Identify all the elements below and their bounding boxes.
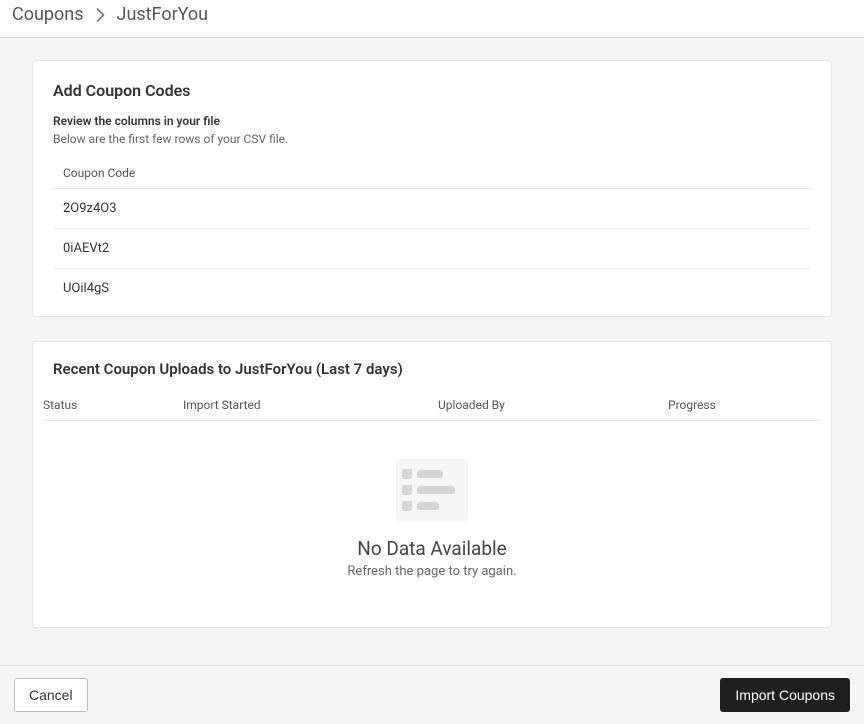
col-uploaded-by: Uploaded By	[438, 398, 668, 412]
no-data-state: No Data Available Refresh the page to tr…	[43, 421, 821, 597]
recent-uploads-title: Recent Coupon Uploads to JustForYou (Las…	[43, 360, 821, 392]
add-coupon-title: Add Coupon Codes	[53, 81, 811, 100]
table-row: 0iAEVt2	[53, 229, 811, 269]
main-content: Add Coupon Codes Review the columns in y…	[0, 38, 864, 718]
review-columns-subtitle: Review the columns in your file	[53, 114, 811, 128]
no-data-title: No Data Available	[43, 537, 821, 560]
table-row: 2O9z4O3	[53, 189, 811, 229]
breadcrumb-current: JustForYou	[117, 4, 209, 25]
coupon-code-header: Coupon Code	[53, 158, 811, 189]
add-coupon-card: Add Coupon Codes Review the columns in y…	[32, 60, 832, 317]
chevron-right-icon	[96, 8, 105, 22]
breadcrumb: Coupons JustForYou	[0, 0, 864, 38]
coupon-preview-table: Coupon Code 2O9z4O3 0iAEVt2 UOil4gS	[53, 158, 811, 316]
col-import-started: Import Started	[183, 398, 438, 412]
col-status: Status	[43, 398, 183, 412]
empty-list-icon	[396, 459, 468, 521]
cancel-button[interactable]: Cancel	[14, 678, 88, 712]
table-row: UOil4gS	[53, 269, 811, 316]
csv-description: Below are the first few rows of your CSV…	[53, 132, 811, 146]
footer-bar: Cancel Import Coupons	[0, 665, 864, 724]
breadcrumb-parent[interactable]: Coupons	[12, 4, 84, 25]
import-coupons-button[interactable]: Import Coupons	[720, 678, 850, 712]
col-progress: Progress	[668, 398, 821, 412]
recent-uploads-card: Recent Coupon Uploads to JustForYou (Las…	[32, 341, 832, 628]
uploads-table-header: Status Import Started Uploaded By Progre…	[43, 392, 821, 421]
no-data-subtitle: Refresh the page to try again.	[43, 564, 821, 579]
